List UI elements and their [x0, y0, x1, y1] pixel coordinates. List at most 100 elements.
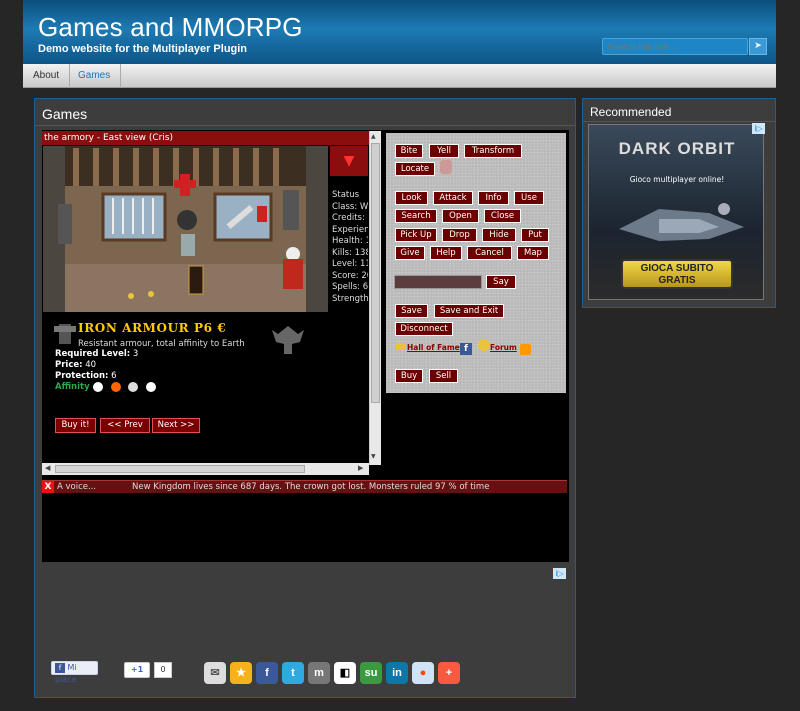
facebook-icon: f [55, 662, 65, 673]
scroll-right-icon[interactable]: ▶ [358, 464, 363, 472]
site-description: Demo website for the Multiplayer Plugin [38, 43, 248, 55]
hide-button[interactable]: Hide [482, 228, 516, 242]
reddit-icon[interactable]: ● [412, 662, 434, 684]
status-line: Status [332, 190, 360, 200]
ad-cta-button[interactable]: GIOCA SUBITO GRATIS [621, 259, 733, 289]
search-command-button[interactable]: Search [395, 209, 437, 223]
status-line: Class: We [332, 201, 368, 212]
message-bar: X A voice... New Kingdom lives since 687… [42, 480, 567, 493]
close-message-icon[interactable]: X [42, 481, 54, 493]
status-line: Experienc [332, 224, 368, 235]
page-title: Games [42, 106, 88, 122]
chat-input[interactable] [394, 275, 482, 289]
look-button[interactable]: Look [395, 191, 428, 205]
facebook-like-button[interactable]: f Mi piace [51, 661, 98, 684]
hall-of-fame-link[interactable]: Hall of Fame [407, 343, 460, 352]
google-plusone-button[interactable]: +1 [124, 662, 150, 678]
protection-label: Protection: [55, 371, 109, 381]
yell-button[interactable]: Yell [429, 144, 459, 158]
cancel-button[interactable]: Cancel [467, 246, 512, 260]
say-button[interactable]: Say [486, 275, 516, 289]
message-sender: A voice... [57, 482, 97, 492]
status-line: Health: 1 [332, 236, 368, 246]
sidebar-title: Recommended [590, 105, 672, 119]
search-submit-button[interactable]: ➤ [749, 38, 767, 55]
delicious-icon[interactable]: ◧ [334, 662, 356, 684]
forum-link[interactable]: Forum [490, 343, 517, 352]
linkedin-icon[interactable]: in [386, 662, 408, 684]
stumbleupon-icon[interactable]: su [360, 662, 382, 684]
adchoices-icon[interactable]: i▷ [553, 568, 566, 579]
sell-button[interactable]: Sell [429, 369, 458, 383]
addthis-icon[interactable]: + [438, 662, 460, 684]
nav-item-about[interactable]: About [23, 64, 71, 88]
scroll-left-icon[interactable]: ◀ [45, 464, 50, 472]
favorite-icon[interactable]: ★ [230, 662, 252, 684]
put-button[interactable]: Put [521, 228, 549, 242]
drop-button[interactable]: Drop [442, 228, 477, 242]
item-description: Resistant armour, total affinity to Eart… [78, 339, 245, 349]
attack-button[interactable]: Attack [433, 191, 473, 205]
buy-button[interactable]: Buy [395, 369, 423, 383]
buy-it-button[interactable]: Buy it! [55, 418, 96, 433]
use-button[interactable]: Use [514, 191, 544, 205]
info-button[interactable]: Info [478, 191, 509, 205]
armory-scene-illustration [43, 146, 328, 312]
search-input[interactable] [602, 38, 748, 55]
dark-orbit-ad[interactable]: DARK ORBIT Gioco multiplayer online! GIO… [588, 124, 764, 300]
crown-icon [396, 343, 406, 350]
main-nav: About Games [23, 64, 776, 88]
rss-icon[interactable] [520, 344, 531, 355]
scroll-up-icon[interactable]: ▲ [371, 133, 376, 140]
required-level-row: Required Level: 3 [55, 349, 138, 359]
affinity-label: Affinity [55, 382, 90, 392]
plusone-count: 0 [154, 662, 172, 678]
map-button[interactable]: Map [517, 246, 549, 260]
horizontal-scrollbar[interactable]: ◀ ▶ [42, 463, 369, 475]
prev-button[interactable]: << Prev [100, 418, 150, 433]
status-line: Strength [332, 293, 368, 304]
email-icon[interactable]: ✉ [204, 662, 226, 684]
close-button[interactable]: Close [484, 209, 521, 223]
affinity-icons [93, 382, 156, 395]
next-button[interactable]: Next >> [152, 418, 200, 433]
transform-button[interactable]: Transform [464, 144, 522, 158]
status-line: Score: 20 [332, 270, 368, 281]
open-button[interactable]: Open [442, 209, 479, 223]
facebook-icon[interactable]: f [460, 343, 472, 355]
pick-up-button[interactable]: Pick Up [395, 228, 437, 242]
save-button[interactable]: Save [395, 304, 428, 318]
ad-tagline: Gioco multiplayer online! [629, 175, 725, 184]
facebook-icon[interactable]: f [256, 662, 278, 684]
locate-button[interactable]: Locate [395, 162, 435, 176]
site-header: Games and MMORPG Demo website for the Mu… [23, 0, 776, 64]
help-button[interactable]: Help [430, 246, 462, 260]
price-value: 40 [85, 360, 97, 370]
message-text: New Kingdom lives since 687 days. The cr… [132, 482, 490, 492]
character-avatar-icon[interactable] [440, 160, 452, 174]
twitter-icon[interactable]: t [282, 662, 304, 684]
myspace-icon[interactable]: m [308, 662, 330, 684]
scrollbar-thumb[interactable] [371, 143, 380, 403]
fire-affinity-icon [110, 382, 121, 392]
disconnect-button[interactable]: Disconnect [395, 322, 453, 336]
site-title[interactable]: Games and MMORPG [38, 12, 303, 43]
protection-row: Protection: 6 [55, 371, 117, 381]
item-name: IRON ARMOUR P6 € [78, 321, 227, 335]
adchoices-icon[interactable]: i▷ [752, 123, 765, 134]
air-affinity-icon [128, 382, 138, 392]
scroll-down-icon[interactable]: ▼ [371, 453, 376, 460]
save-and-exit-button[interactable]: Save and Exit [434, 304, 504, 318]
vertical-scrollbar[interactable]: ▲ ▼ [369, 131, 381, 465]
give-button[interactable]: Give [395, 246, 425, 260]
status-line: Level: 11 [332, 259, 368, 269]
nav-item-games[interactable]: Games [68, 64, 122, 88]
earth-affinity-icon [145, 382, 156, 392]
armour-icon [54, 324, 76, 344]
status-line: Credits: 0 [332, 213, 368, 223]
bite-button[interactable]: Bite [395, 144, 423, 158]
scrollbar-thumb[interactable] [55, 465, 305, 473]
armory-scene-image[interactable] [43, 146, 328, 312]
price-label: Price: [55, 360, 83, 370]
required-level-label: Required Level: [55, 349, 131, 359]
